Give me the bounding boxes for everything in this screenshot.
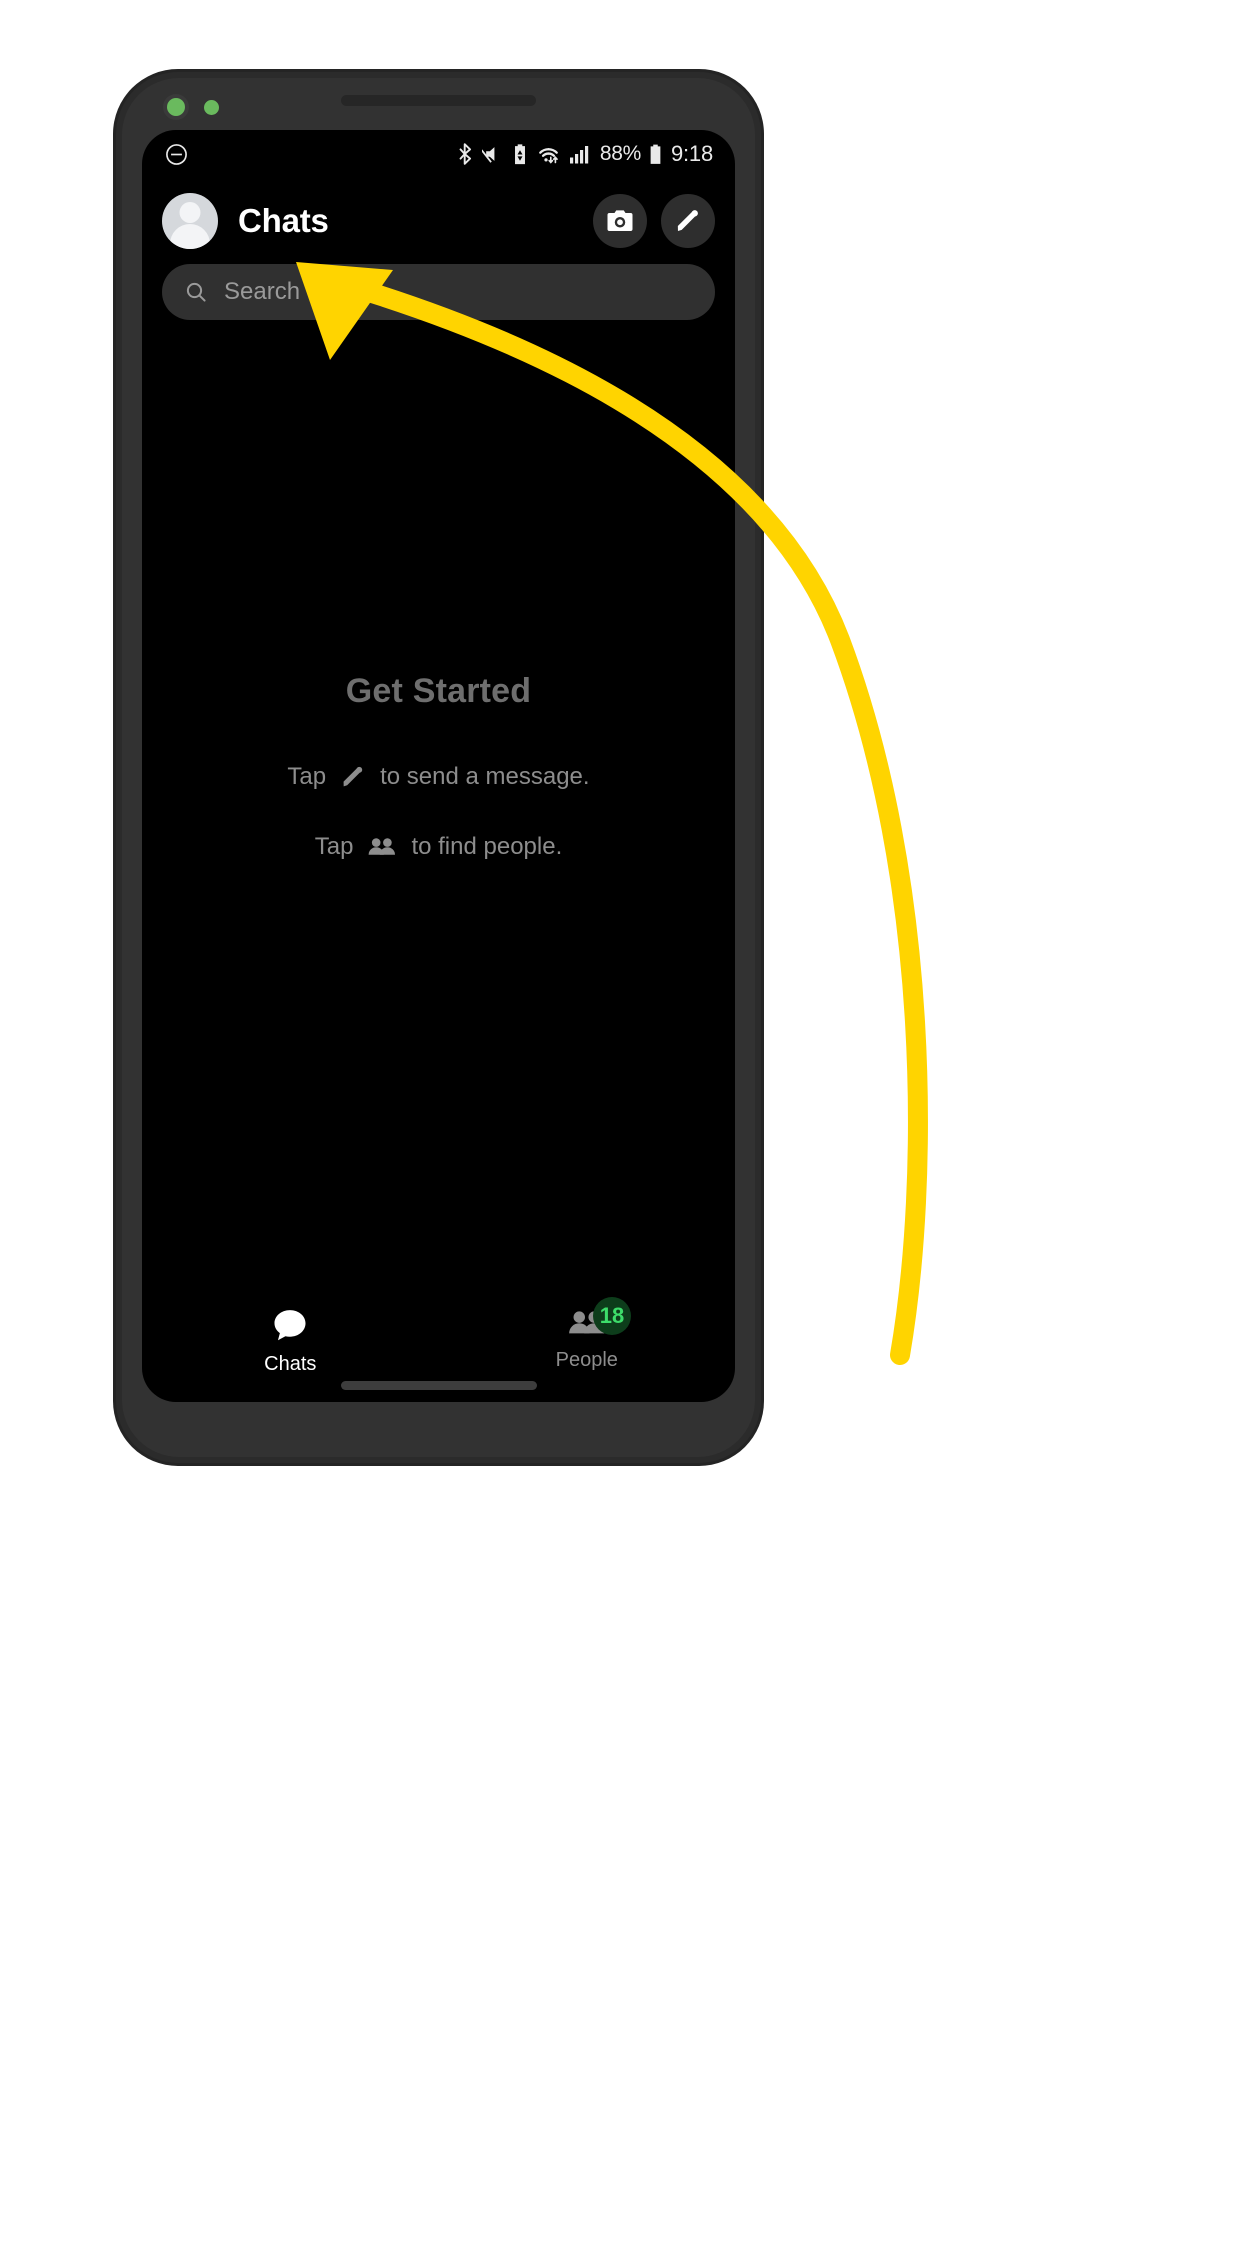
bottom-navigation: Chats 18 People [142,1290,735,1402]
nav-tab-chats[interactable]: Chats [142,1306,439,1376]
people-unread-badge: 18 [592,1297,632,1335]
empty-state-title: Get Started [345,671,532,710]
people-icon [369,837,396,855]
hint-compose-suffix: to send a message. [380,762,590,790]
chat-bubble-icon [274,1310,306,1341]
sensor-dot [204,100,219,115]
home-indicator[interactable] [340,1381,537,1390]
phone-device: 88% 9:18 Chats Search Get Started Tap to… [116,72,761,1463]
nav-tab-chats-label: Chats [264,1353,317,1375]
earpiece-speaker [341,95,536,106]
front-camera-lens [163,94,189,120]
nav-tab-people[interactable]: 18 People [439,1297,736,1372]
empty-state-hint-compose: Tap to send a message. [287,763,589,791]
screenshot-root: 88% 9:18 Chats Search Get Started Tap to… [0,0,1247,2251]
pencil-icon [343,766,363,786]
hint-compose-prefix: Tap [287,762,327,790]
phone-screen: 88% 9:18 Chats Search Get Started Tap to… [142,130,735,1402]
nav-tab-people-label: People [555,1349,618,1371]
empty-state: Get Started Tap to send a message. Tap t… [142,130,735,1402]
hint-people-suffix: to find people. [411,832,563,860]
empty-state-hint-people: Tap to find people. [315,833,563,861]
hint-people-prefix: Tap [314,832,354,860]
